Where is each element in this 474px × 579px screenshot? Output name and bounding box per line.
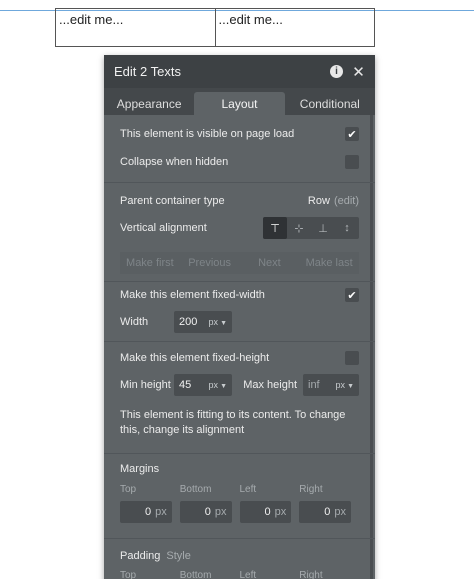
max-height-placeholder: inf: [308, 379, 320, 391]
margin-left-label: Left: [239, 484, 257, 495]
margin-bottom-input[interactable]: 0 px: [179, 501, 232, 523]
max-height-input[interactable]: inf px ▼: [303, 374, 359, 396]
padding-left-label: Left: [239, 570, 257, 579]
vertical-alignment-group: ⊤ ⊹ ⊥ ↕: [263, 217, 359, 239]
align-bottom-icon[interactable]: ⊥: [311, 217, 335, 239]
padding-side-labels: Top Bottom Left Right: [120, 570, 359, 579]
height-row: Min height 45 px ▼ Max height inf px ▼: [120, 374, 359, 396]
visible-on-load-label: This element is visible on page load: [120, 128, 295, 140]
fixed-height-row: Make this element fixed-height: [120, 351, 359, 365]
min-height-unit-select[interactable]: px ▼: [209, 380, 227, 390]
fixed-width-label: Make this element fixed-width: [120, 289, 265, 301]
padding-style-link[interactable]: Style: [166, 550, 190, 562]
vertical-alignment-label: Vertical alignment: [120, 222, 207, 234]
margins-title: Margins: [120, 463, 160, 475]
vertical-alignment-row: Vertical alignment ⊤ ⊹ ⊥ ↕: [120, 217, 359, 239]
tab-layout[interactable]: Layout: [194, 92, 285, 115]
padding-top-label: Top: [120, 570, 137, 579]
panel-scrollbar[interactable]: [370, 115, 373, 579]
max-height-label: Max height: [243, 379, 297, 391]
make-last-button[interactable]: Make last: [299, 252, 359, 274]
property-editor-panel: Edit 2 Texts i ✕ Appearance Layout Condi…: [104, 55, 375, 579]
tab-conditional[interactable]: Conditional: [285, 92, 375, 115]
fixed-height-label: Make this element fixed-height: [120, 352, 270, 364]
min-height-input[interactable]: 45 px ▼: [174, 374, 232, 396]
collapse-hidden-checkbox[interactable]: [345, 155, 359, 169]
visible-on-load-checkbox[interactable]: ✔: [345, 127, 359, 141]
visible-on-load-row: This element is visible on page load ✔: [120, 127, 359, 141]
divider: [104, 281, 375, 282]
divider: [104, 341, 375, 342]
panel-header[interactable]: Edit 2 Texts i ✕: [104, 55, 375, 88]
margins-inputs: 0 px 0 px 0 px 0 px: [120, 501, 359, 523]
margin-top-label: Top: [120, 484, 137, 495]
margin-bottom-label: Bottom: [179, 484, 212, 495]
padding-bottom-label: Bottom: [179, 570, 212, 579]
caret-down-icon: ▼: [220, 383, 227, 390]
canvas-text-2[interactable]: ...edit me...: [216, 9, 375, 46]
canvas-text-row: ...edit me... ...edit me...: [55, 8, 375, 47]
margin-right-input[interactable]: 0 px: [299, 501, 351, 523]
padding-title-row: Padding Style: [120, 550, 359, 562]
min-height-label: Min height: [120, 379, 171, 391]
caret-down-icon: ▼: [220, 320, 227, 327]
align-top-icon[interactable]: ⊤: [263, 217, 287, 239]
divider: [104, 538, 375, 539]
make-first-button[interactable]: Make first: [120, 252, 180, 274]
align-stretch-icon[interactable]: ↕: [335, 217, 359, 239]
collapse-hidden-row: Collapse when hidden: [120, 155, 359, 169]
caret-down-icon: ▼: [347, 383, 354, 390]
order-buttons: Make first Previous Next Make last: [120, 252, 359, 274]
width-input[interactable]: 200 px ▼: [174, 311, 232, 333]
fit-content-hint: This element is fitting to its content. …: [120, 409, 346, 436]
parent-container-edit-link[interactable]: (edit): [334, 195, 359, 207]
close-icon[interactable]: ✕: [352, 64, 365, 81]
padding-title: Padding: [120, 550, 161, 562]
width-unit-select[interactable]: px ▼: [209, 317, 227, 327]
align-center-icon[interactable]: ⊹: [287, 217, 311, 239]
fixed-width-row: Make this element fixed-width ✔: [120, 288, 359, 302]
parent-container-row: Parent container type Row (edit): [120, 195, 359, 207]
padding-right-label: Right: [299, 570, 323, 579]
canvas-text-1[interactable]: ...edit me...: [56, 9, 216, 46]
margin-right-label: Right: [299, 484, 323, 495]
panel-title: Edit 2 Texts: [114, 64, 181, 79]
divider: [104, 453, 375, 454]
divider: [104, 182, 375, 183]
width-value: 200: [179, 316, 198, 328]
parent-container-label: Parent container type: [120, 195, 225, 207]
info-icon[interactable]: i: [330, 65, 343, 78]
collapse-hidden-label: Collapse when hidden: [120, 156, 229, 168]
min-height-value: 45: [179, 379, 192, 391]
fixed-height-checkbox[interactable]: [345, 351, 359, 365]
tab-appearance[interactable]: Appearance: [104, 92, 194, 115]
fixed-width-checkbox[interactable]: ✔: [345, 288, 359, 302]
panel-tabs: Appearance Layout Conditional: [104, 88, 375, 115]
margin-top-input[interactable]: 0 px: [120, 501, 172, 523]
previous-button[interactable]: Previous: [180, 252, 240, 274]
next-button[interactable]: Next: [240, 252, 300, 274]
margins-side-labels: Top Bottom Left Right: [120, 484, 359, 495]
width-row: Width 200 px ▼: [120, 311, 359, 333]
max-height-unit-select[interactable]: px ▼: [336, 380, 354, 390]
width-label: Width: [120, 316, 149, 328]
parent-container-value: Row: [307, 195, 330, 207]
margin-left-input[interactable]: 0 px: [239, 501, 292, 523]
